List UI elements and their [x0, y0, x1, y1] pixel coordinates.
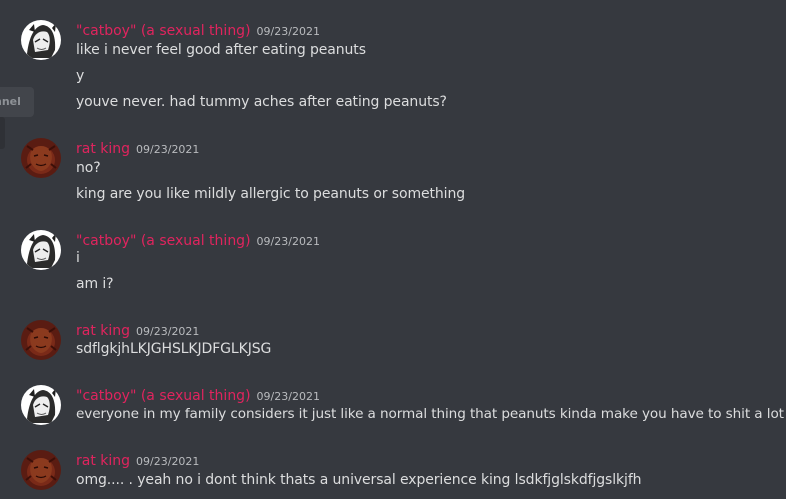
message-header: "catboy" (a sexual thing) 09/23/2021	[76, 385, 320, 404]
message-text: y	[76, 68, 85, 84]
avatar[interactable]	[21, 385, 61, 425]
timestamp[interactable]: 09/23/2021	[136, 143, 199, 156]
avatar[interactable]	[21, 450, 61, 490]
rat-king-avatar-icon	[21, 450, 61, 490]
message-header: rat king 09/23/2021	[76, 320, 199, 339]
catboy-avatar-icon	[21, 20, 61, 60]
rat-king-avatar-icon	[21, 320, 61, 360]
message-header: rat king 09/23/2021	[76, 138, 199, 157]
avatar[interactable]	[21, 320, 61, 360]
username[interactable]: rat king	[76, 323, 130, 339]
timestamp[interactable]: 09/23/2021	[136, 325, 199, 338]
message-text: youve never. had tummy aches after eatin…	[76, 94, 447, 110]
avatar[interactable]	[21, 138, 61, 178]
timestamp[interactable]: 09/23/2021	[257, 25, 320, 38]
username[interactable]: rat king	[76, 141, 130, 157]
message-text: no?	[76, 160, 101, 176]
avatar[interactable]	[21, 20, 61, 60]
message-text: omg.... . yeah no i dont think thats a u…	[76, 472, 642, 488]
message-header: rat king 09/23/2021	[76, 450, 199, 469]
username[interactable]: "catboy" (a sexual thing)	[76, 388, 251, 404]
catboy-avatar-icon	[21, 385, 61, 425]
timestamp[interactable]: 09/23/2021	[257, 390, 320, 403]
message-text: king are you like mildly allergic to pea…	[76, 186, 466, 202]
timestamp[interactable]: 09/23/2021	[136, 455, 199, 468]
message-text: sdflgkjhLKJGHSLKJDFGLKJSG	[76, 341, 272, 357]
message-text: i	[76, 250, 80, 266]
username[interactable]: "catboy" (a sexual thing)	[76, 233, 251, 249]
rat-king-avatar-icon	[21, 138, 61, 178]
catboy-avatar-icon	[21, 230, 61, 270]
message-header: "catboy" (a sexual thing) 09/23/2021	[76, 20, 320, 39]
username[interactable]: "catboy" (a sexual thing)	[76, 23, 251, 39]
channel-tab-label: nnel	[0, 95, 21, 108]
timestamp[interactable]: 09/23/2021	[257, 235, 320, 248]
message-text: like i never feel good after eating pean…	[76, 42, 366, 58]
sidebar-edge	[0, 117, 5, 149]
username[interactable]: rat king	[76, 453, 130, 469]
avatar[interactable]	[21, 230, 61, 270]
channel-tab[interactable]: nnel	[0, 87, 34, 117]
message-header: "catboy" (a sexual thing) 09/23/2021	[76, 230, 320, 249]
message-text: everyone in my family considers it just …	[76, 406, 784, 422]
message-text: am i?	[76, 276, 114, 292]
